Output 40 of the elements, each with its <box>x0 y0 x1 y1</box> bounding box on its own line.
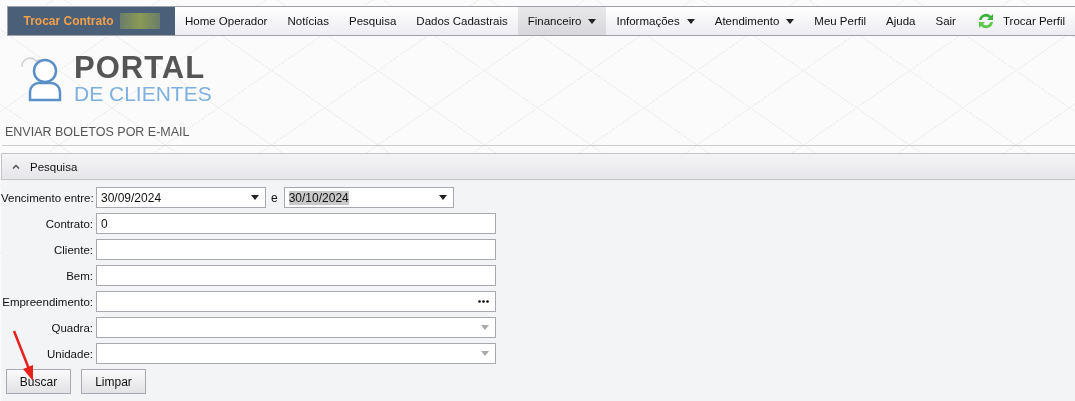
field-label: Cliente: <box>53 243 93 256</box>
field-label: Bem: <box>65 269 93 282</box>
menu-item[interactable]: Atendimento <box>704 7 805 35</box>
redacted-block <box>119 13 160 29</box>
logo-title: PORTAL <box>74 52 207 83</box>
panel-header[interactable]: Pesquisa <box>1 153 1075 180</box>
menu-item[interactable]: Informações <box>606 7 705 35</box>
lookup-field[interactable] <box>96 291 496 312</box>
menu-item[interactable]: Pesquisa <box>339 7 407 35</box>
menu-item[interactable]: Financeiro <box>517 7 607 35</box>
select-field[interactable] <box>96 317 496 338</box>
panel-title: Pesquisa <box>30 160 78 173</box>
form-button[interactable]: Limpar <box>81 369 146 394</box>
caret-icon <box>481 351 489 356</box>
input-field[interactable] <box>96 239 496 260</box>
logo-subtitle: DE CLIENTES <box>74 83 212 104</box>
field-label: Unidade: <box>45 347 93 360</box>
ellipsis-icon[interactable] <box>478 300 489 303</box>
caret-icon <box>251 195 259 200</box>
field-label: Vencimento entre: <box>1 191 93 204</box>
page-title: ENVIAR BOLETOS POR E-MAIL <box>5 125 191 139</box>
menu-item[interactable]: Notícias <box>277 7 339 35</box>
form-button[interactable]: Buscar <box>6 369 71 394</box>
input-field[interactable] <box>96 265 496 286</box>
caret-icon <box>438 195 447 200</box>
menu-item[interactable]: Ajuda <box>876 7 926 35</box>
field-label: Quadra: <box>50 321 93 334</box>
menu-item[interactable]: Meu Perfil <box>804 7 877 35</box>
separator-text: e <box>271 190 278 205</box>
caret-icon <box>481 325 489 330</box>
menu-item[interactable]: Sair <box>925 7 966 35</box>
field-label: Empreendimento: <box>1 295 93 308</box>
date-field[interactable]: 30/09/2024 <box>96 187 266 208</box>
menu-item[interactable]: Home Operador <box>175 7 278 35</box>
menu-item[interactable]: Trocar Perfil <box>965 7 1075 35</box>
date-field[interactable]: 30/10/2024 <box>283 187 454 208</box>
menu-item[interactable]: Dados Cadastrais <box>406 7 518 35</box>
input-field[interactable]: 0 <box>96 213 496 234</box>
field-label: Contrato: <box>44 217 93 230</box>
select-field[interactable] <box>96 343 496 364</box>
